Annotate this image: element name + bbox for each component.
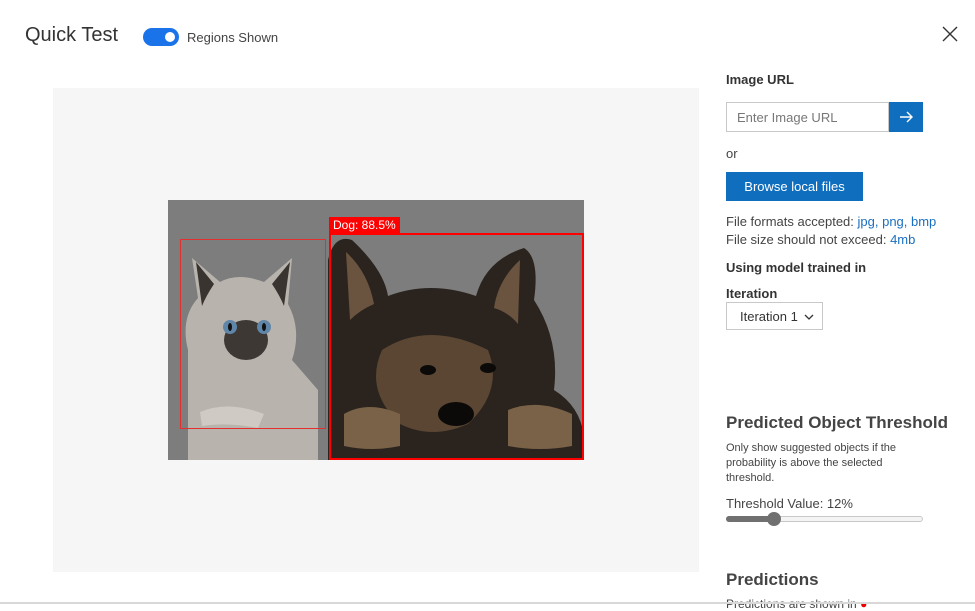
region-tag-dog: Dog: 88.5%	[329, 217, 400, 234]
slider-thumb[interactable]	[767, 512, 781, 526]
threshold-value-label: Threshold Value: 12%	[726, 496, 853, 511]
predictions-heading: Predictions	[726, 570, 819, 589]
file-size-link[interactable]: 4mb	[890, 232, 915, 247]
or-text: or	[726, 146, 738, 161]
submit-url-button[interactable]	[889, 102, 923, 132]
iteration-select[interactable]: Iteration 1	[726, 302, 823, 330]
model-label: Using model trained in	[726, 260, 867, 275]
region-box-cat	[180, 239, 326, 429]
iteration-label: Iteration	[726, 286, 778, 301]
image-url-label: Image URL	[726, 72, 794, 87]
regions-toggle-label: Regions Shown	[187, 30, 279, 45]
file-size-info: File size should not exceed: 4mb	[726, 232, 915, 247]
predictions-subtext: Predictions are shown in ●	[726, 597, 867, 611]
file-formats-text: File formats accepted:	[726, 214, 854, 229]
color-dot-icon: ●	[860, 597, 868, 611]
threshold-description: Only show suggested objects if the proba…	[726, 442, 896, 484]
file-formats-info: File formats accepted: jpg, png, bmp	[726, 214, 936, 229]
toggle-knob	[165, 32, 175, 42]
regions-toggle[interactable]	[143, 28, 179, 46]
chevron-down-icon	[804, 314, 814, 320]
browse-local-files-button[interactable]: Browse local files	[726, 172, 863, 201]
iteration-selected-value: Iteration 1	[740, 308, 798, 324]
threshold-slider[interactable]	[726, 512, 923, 526]
page-title: Quick Test	[25, 24, 118, 46]
file-formats-links[interactable]: jpg, png, bmp	[858, 214, 937, 229]
region-box-dog	[329, 233, 584, 460]
predictions-subtext-label: Predictions are shown in	[726, 597, 857, 611]
file-size-text: File size should not exceed:	[726, 232, 887, 247]
close-icon[interactable]	[938, 22, 962, 46]
threshold-heading: Predicted Object Threshold	[726, 413, 948, 432]
image-url-input[interactable]	[726, 102, 889, 132]
arrow-right-icon	[900, 111, 913, 123]
